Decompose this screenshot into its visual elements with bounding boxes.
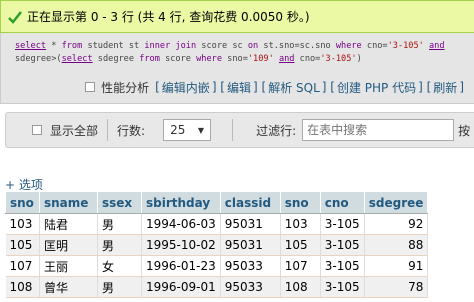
- table-cell[interactable]: 3-105: [320, 276, 365, 298]
- table-cell[interactable]: 3-105: [320, 255, 365, 277]
- sql-token: cno=: [294, 54, 321, 64]
- sql-token: on: [247, 41, 259, 51]
- sql-token: score sc: [196, 41, 248, 51]
- sql-token[interactable]: select: [62, 54, 93, 64]
- sql-token: where: [335, 41, 362, 51]
- table-cell[interactable]: 103: [5, 213, 40, 235]
- show-all-label: 显示全部: [50, 123, 99, 138]
- sql-token: from: [139, 54, 160, 64]
- table-cell[interactable]: 108: [5, 276, 40, 298]
- column-header-sno[interactable]: sno: [5, 191, 40, 214]
- divider: [107, 119, 109, 141]
- sql-line-2: sdegree>(select sdegree from score where…: [15, 53, 474, 66]
- table-cell[interactable]: 男: [97, 234, 142, 256]
- table-cell[interactable]: 91: [364, 255, 429, 277]
- profiling-label: 性能分析: [101, 80, 150, 95]
- table-cell[interactable]: 92: [364, 213, 429, 235]
- show-all-checkbox[interactable]: [32, 125, 42, 135]
- create-php-link[interactable]: 创建 PHP 代码: [337, 79, 416, 96]
- sql-token: from: [61, 41, 83, 51]
- table-cell[interactable]: 103: [280, 213, 321, 235]
- sql-actions-bar: 性能分析 [编辑内嵌] [编辑] [解析 SQL] [创建 PHP 代码] [刷…: [0, 71, 474, 104]
- sql-token: '3-105': [320, 54, 357, 64]
- table-cell[interactable]: 78: [364, 276, 429, 298]
- table-body: 103 陆君男 1994-06-03 95031 103 3-105 92 105 匡明男 199…: [5, 213, 429, 298]
- edit-inline-link[interactable]: 编辑内嵌: [162, 79, 210, 96]
- profiling-checkbox[interactable]: [85, 82, 96, 92]
- column-header-sdegree[interactable]: sdegree: [363, 191, 429, 214]
- column-header-classid[interactable]: classid: [219, 191, 281, 214]
- table-row[interactable]: 105 匡明男 1995-10-02 95031 105 3-105 88: [5, 234, 429, 256]
- sql-token: '3-105': [387, 41, 424, 51]
- sql-query-display: select * from student st inner join scor…: [0, 33, 474, 71]
- table-row[interactable]: 108 曾华男 1996-09-01 95033 108 3-105 78: [5, 276, 429, 298]
- table-cell[interactable]: 男: [97, 276, 142, 298]
- table-navigation-bar: 显示全部 行数: 25 ▼ 过滤行: 按: [5, 112, 474, 148]
- sql-token: *: [46, 41, 62, 51]
- table-cell[interactable]: 匡明: [39, 234, 98, 256]
- table-cell[interactable]: 女: [97, 255, 142, 277]
- table-cell[interactable]: 107: [280, 255, 321, 277]
- sql-token[interactable]: and: [429, 41, 445, 51]
- column-header-sbirthday[interactable]: sbirthday: [141, 191, 221, 214]
- sql-token: ): [356, 54, 362, 64]
- table-cell[interactable]: 3-105: [320, 213, 365, 235]
- table-cell[interactable]: 3-105: [320, 234, 365, 256]
- table-cell[interactable]: 105: [280, 234, 321, 256]
- column-header-ssex[interactable]: ssex: [97, 191, 142, 214]
- table-cell[interactable]: 95033: [220, 255, 281, 277]
- sql-token: '109': [247, 54, 274, 64]
- refresh-link[interactable]: 刷新: [433, 79, 457, 96]
- check-icon: [8, 10, 22, 24]
- success-message-bar: 正在显示第 0 - 3 行 (共 4 行, 查询花费 0.0050 秒。): [0, 0, 474, 33]
- filter-rows-input[interactable]: [302, 119, 455, 141]
- chevron-down-icon: ▼: [197, 125, 205, 135]
- table-cell[interactable]: 陆君: [39, 213, 98, 235]
- sql-token: score: [159, 54, 197, 64]
- sort-label: 按: [458, 123, 471, 138]
- explain-sql-link[interactable]: 解析 SQL: [268, 79, 320, 96]
- table-cell[interactable]: 曾华: [39, 276, 98, 298]
- divider: [232, 119, 234, 141]
- table-cell[interactable]: 男: [97, 213, 142, 235]
- column-header-sname[interactable]: sname: [39, 191, 98, 214]
- table-row[interactable]: 103 陆君男 1994-06-03 95031 103 3-105 92: [5, 213, 429, 235]
- table-cell[interactable]: 95031: [220, 213, 281, 235]
- sql-token[interactable]: and: [279, 54, 295, 64]
- table-cell[interactable]: 95033: [220, 276, 281, 298]
- table-cell[interactable]: 王丽: [39, 255, 98, 277]
- filter-label: 过滤行:: [256, 123, 297, 138]
- column-header-sno[interactable]: sno: [279, 191, 321, 214]
- sql-token: student st: [82, 41, 145, 51]
- table-cell[interactable]: 108: [280, 276, 321, 298]
- sql-line-1: select * from student st inner join scor…: [15, 40, 474, 53]
- table-cell[interactable]: 1995-10-02: [141, 234, 221, 256]
- rows-per-page-select[interactable]: 25 ▼: [163, 119, 212, 141]
- table-cell[interactable]: 88: [364, 234, 429, 256]
- sql-token: sdegree>(: [15, 54, 62, 64]
- table-cell[interactable]: 1996-09-01: [141, 276, 221, 298]
- sql-token: sno=: [222, 54, 248, 64]
- table-cell[interactable]: 95031: [220, 234, 281, 256]
- results-table: sno sname ssex sbirthday classid sno cno sdegre…: [5, 191, 429, 298]
- rows-label: 行数:: [117, 123, 146, 138]
- table-header-row: sno sname ssex sbirthday classid sno cno sdegre…: [5, 191, 429, 214]
- table-cell[interactable]: 1996-01-23: [141, 255, 221, 277]
- sql-token: where: [196, 54, 222, 64]
- table-cell[interactable]: 105: [5, 234, 40, 256]
- table-cell[interactable]: 1994-06-03: [141, 213, 221, 235]
- table-cell[interactable]: 107: [5, 255, 40, 277]
- success-message: 正在显示第 0 - 3 行 (共 4 行, 查询花费 0.0050 秒。): [27, 10, 310, 24]
- sql-token: sdegree: [92, 54, 140, 64]
- table-row[interactable]: 107 王丽女 1996-01-23 95033 107 3-105 91: [5, 255, 429, 277]
- sql-token: cno=: [361, 41, 388, 51]
- sql-token[interactable]: select: [15, 41, 46, 51]
- column-header-cno[interactable]: cno: [319, 191, 365, 214]
- sql-token: inner join: [144, 41, 197, 51]
- sql-token: st.sno=sc.sno: [258, 41, 336, 51]
- edit-link[interactable]: 编辑: [227, 79, 251, 96]
